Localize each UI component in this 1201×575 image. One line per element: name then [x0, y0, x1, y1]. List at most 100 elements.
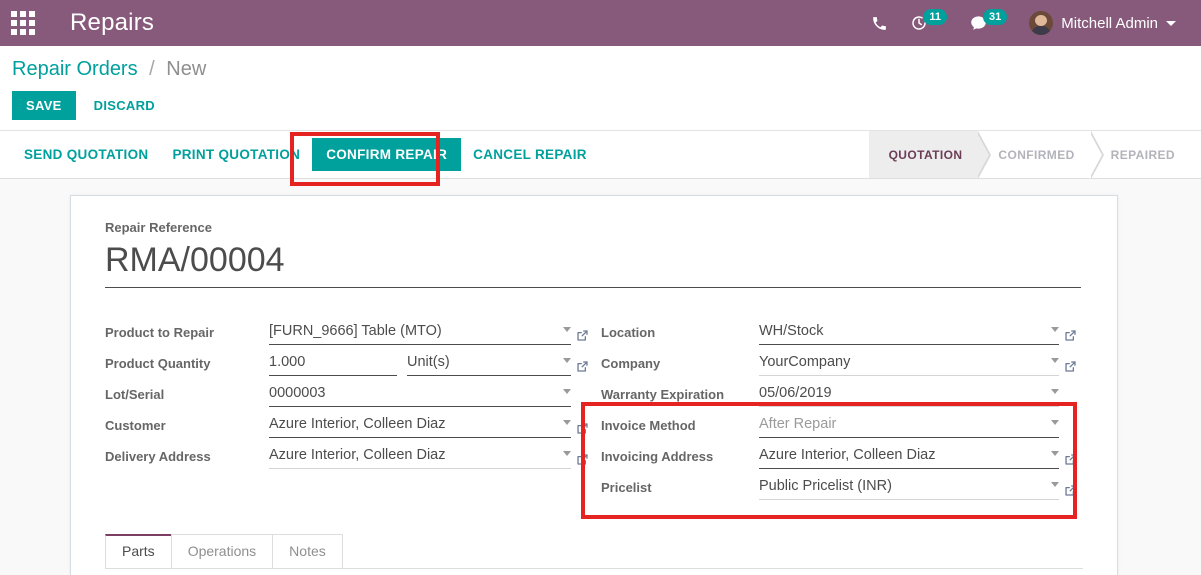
internal-link-icon[interactable]: [1059, 360, 1081, 376]
form-columns: Product to Repair [FURN_9666] Table (MTO…: [105, 314, 1083, 500]
tab-operations[interactable]: Operations: [170, 534, 274, 568]
activity-count-badge: 11: [923, 9, 948, 25]
internal-link-icon[interactable]: [1059, 329, 1081, 345]
form-sheet-area: Repair Reference RMA/00004 Product to Re…: [0, 179, 1201, 575]
field-value: 0000003: [269, 384, 326, 401]
repair-reference-input[interactable]: RMA/00004: [105, 239, 1081, 288]
field-label: Company: [601, 356, 661, 371]
internal-link-icon[interactable]: [571, 453, 593, 469]
top-navbar: Repairs 11 31 Mitchell Admin: [0, 0, 1201, 46]
product-to-repair-input[interactable]: [FURN_9666] Table (MTO): [269, 321, 571, 345]
invoicing-address-input[interactable]: Azure Interior, Colleen Diaz: [759, 445, 1059, 469]
app-brand-title[interactable]: Repairs: [70, 9, 154, 37]
field-label: Invoice Method: [601, 418, 696, 433]
breadcrumb-current: New: [166, 58, 207, 80]
chevron-down-icon[interactable]: [563, 451, 571, 456]
field-value: After Repair: [759, 415, 837, 432]
field-label: Delivery Address: [105, 449, 211, 464]
chevron-down-icon: [1166, 20, 1176, 26]
chevron-down-icon[interactable]: [563, 358, 571, 363]
send-quotation-button[interactable]: SEND QUOTATION: [12, 139, 160, 170]
field-value: YourCompany: [759, 353, 851, 370]
breadcrumb-repair-orders[interactable]: Repair Orders: [12, 58, 138, 80]
workflow-buttons: SEND QUOTATION PRINT QUOTATION CONFIRM R…: [0, 138, 599, 171]
warranty-expiration-input[interactable]: 05/06/2019: [759, 383, 1059, 407]
unit-of-measure-input[interactable]: Unit(s): [407, 352, 571, 376]
field-invoice-method: Invoice Method After Repair: [593, 407, 1081, 438]
chevron-down-icon[interactable]: [563, 420, 571, 425]
stage-arrow-inner: [976, 130, 990, 179]
discard-button[interactable]: DISCARD: [84, 91, 165, 120]
field-company: Company YourCompany: [593, 345, 1081, 376]
field-label: Invoicing Address: [601, 449, 714, 464]
field-value: Azure Interior, Colleen Diaz: [269, 446, 446, 463]
tab-label: Operations: [187, 543, 257, 559]
cancel-repair-button[interactable]: CANCEL REPAIR: [461, 139, 599, 170]
field-value: 1.000: [269, 353, 306, 370]
tab-label: Parts: [122, 543, 155, 559]
field-warranty-expiration: Warranty Expiration 05/06/2019: [593, 376, 1081, 407]
customer-input[interactable]: Azure Interior, Colleen Diaz: [269, 414, 571, 438]
user-menu[interactable]: Mitchell Admin: [1018, 0, 1187, 46]
save-button[interactable]: SAVE: [12, 91, 76, 120]
repair-reference-label: Repair Reference: [105, 220, 212, 235]
chevron-down-icon[interactable]: [563, 389, 571, 394]
activity-menu-button[interactable]: 11: [899, 0, 958, 46]
field-label: Lot/Serial: [105, 387, 165, 402]
chevron-down-icon[interactable]: [1051, 389, 1059, 394]
status-stage-confirmed[interactable]: CONFIRMED: [978, 130, 1104, 179]
chevron-down-icon[interactable]: [1051, 420, 1059, 425]
field-product-quantity: Product Quantity 1.000 Unit(s): [105, 345, 593, 376]
status-stage-label: REPAIRED: [1110, 147, 1175, 162]
field-label: Location: [601, 325, 656, 340]
print-quotation-button[interactable]: PRINT QUOTATION: [160, 139, 312, 170]
statusbar-row: SEND QUOTATION PRINT QUOTATION CONFIRM R…: [0, 130, 1201, 179]
product-quantity-input[interactable]: 1.000: [269, 352, 397, 376]
tab-label: Notes: [289, 543, 326, 559]
internal-link-icon[interactable]: [1059, 453, 1081, 469]
breadcrumb-separator: /: [149, 58, 155, 80]
invoice-method-input[interactable]: After Repair: [759, 414, 1059, 438]
confirm-repair-button[interactable]: CONFIRM REPAIR: [312, 138, 462, 171]
navbar-right-group: 11 31 Mitchell Admin: [860, 0, 1187, 46]
field-product-to-repair: Product to Repair [FURN_9666] Table (MTO…: [105, 314, 593, 345]
status-stage-repaired[interactable]: REPAIRED: [1091, 131, 1191, 178]
chevron-down-icon[interactable]: [1051, 358, 1059, 363]
location-input[interactable]: WH/Stock: [759, 321, 1059, 345]
field-label: Product Quantity: [105, 356, 211, 371]
field-location: Location WH/Stock: [593, 314, 1081, 345]
field-value: [FURN_9666] Table (MTO): [269, 322, 442, 339]
user-name-label: Mitchell Admin: [1061, 14, 1158, 32]
internal-link-icon[interactable]: [571, 422, 593, 438]
field-value: WH/Stock: [759, 322, 824, 339]
record-action-row: SAVE DISCARD: [0, 85, 1201, 130]
chevron-down-icon[interactable]: [1051, 482, 1059, 487]
field-invoicing-address: Invoicing Address Azure Interior, Collee…: [593, 438, 1081, 469]
quantity-group: 1.000 Unit(s): [269, 352, 571, 376]
field-customer: Customer Azure Interior, Colleen Diaz: [105, 407, 593, 438]
tab-notes[interactable]: Notes: [272, 534, 343, 568]
stage-arrow-inner: [1088, 130, 1102, 179]
messaging-menu-button[interactable]: 31: [958, 0, 1018, 46]
apps-grid-glyph: [11, 11, 35, 35]
phone-icon[interactable]: [860, 0, 899, 46]
field-value: 05/06/2019: [759, 384, 832, 401]
avatar: [1029, 11, 1054, 35]
internal-link-icon[interactable]: [571, 329, 593, 345]
status-stage-quotation[interactable]: QUOTATION: [868, 130, 992, 179]
notebook-tabs: Parts Operations Notes: [105, 534, 1083, 569]
delivery-address-input[interactable]: Azure Interior, Colleen Diaz: [269, 445, 571, 469]
chevron-down-icon[interactable]: [1051, 451, 1059, 456]
internal-link-icon[interactable]: [571, 360, 593, 376]
company-input[interactable]: YourCompany: [759, 352, 1059, 376]
apps-grid-icon[interactable]: [0, 0, 46, 46]
internal-link-icon[interactable]: [1059, 484, 1081, 500]
field-label: Product to Repair: [105, 325, 215, 340]
tab-parts[interactable]: Parts: [105, 534, 172, 568]
lot-serial-input[interactable]: 0000003: [269, 383, 571, 407]
chevron-down-icon[interactable]: [1051, 327, 1059, 332]
pricelist-input[interactable]: Public Pricelist (INR): [759, 476, 1059, 500]
control-panel: Repair Orders / New SAVE DISCARD: [0, 46, 1201, 131]
chevron-down-icon[interactable]: [563, 327, 571, 332]
field-label: Customer: [105, 418, 166, 433]
